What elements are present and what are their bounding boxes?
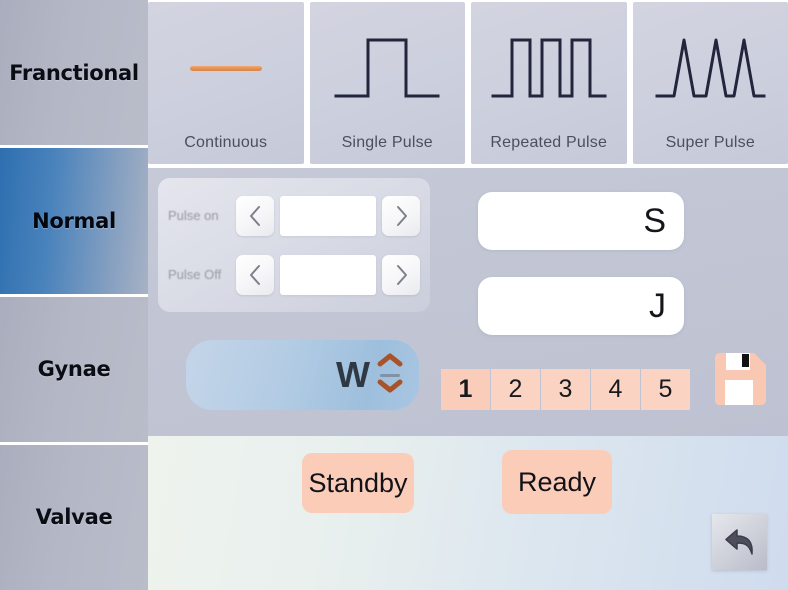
- preset-label: 2: [508, 375, 523, 403]
- ready-label: Ready: [517, 466, 597, 497]
- sidebar-item-franctional[interactable]: Franctional: [0, 0, 148, 149]
- preset-button-3[interactable]: 3: [541, 369, 590, 410]
- chevron-down-icon: [377, 379, 403, 392]
- power-increase-button[interactable]: [377, 353, 403, 372]
- chevron-left-icon: [249, 205, 260, 226]
- preset-button-5[interactable]: 5: [641, 369, 690, 410]
- save-button[interactable]: [712, 350, 769, 407]
- mode-tile-label: Single Pulse: [341, 134, 433, 151]
- preset-memory-buttons: 1 2 3 4 5: [441, 369, 690, 410]
- preset-button-4[interactable]: 4: [591, 369, 640, 410]
- preset-button-1[interactable]: 1: [441, 369, 490, 410]
- pulse-mode-selector: Continuous Single Pulse Repeated Pulse S…: [148, 0, 788, 168]
- repeated-pulse-wave-icon: [471, 2, 627, 134]
- pulse-off-decrement-button[interactable]: [236, 254, 274, 295]
- power-unit-label: W: [336, 354, 370, 395]
- pulse-off-label: Pulse Off: [168, 267, 222, 282]
- pulse-on-decrement-button[interactable]: [236, 195, 274, 236]
- mode-tile-label: Super Pulse: [665, 134, 755, 151]
- energy-unit-label: J: [649, 286, 666, 325]
- sidebar-item-valvae[interactable]: Valvae: [0, 444, 148, 590]
- chevron-right-icon: [396, 205, 407, 226]
- pulse-on-label: Pulse on: [168, 208, 219, 223]
- preset-label: 4: [608, 375, 623, 403]
- sidebar-item-label: Valvae: [35, 505, 113, 530]
- back-arrow-icon: [724, 529, 753, 555]
- sidebar-item-label: Gynae: [37, 357, 111, 382]
- pulse-off-row: Pulse Off: [168, 253, 420, 297]
- chevron-left-icon: [249, 264, 260, 285]
- laser-console-screen: Franctional Normal Gynae Valvae Continuo…: [0, 0, 788, 590]
- single-pulse-wave-icon: [310, 2, 466, 134]
- chevron-up-icon: [377, 353, 403, 366]
- pulse-off-increment-button[interactable]: [382, 254, 420, 295]
- super-pulse-wave-icon: [633, 2, 788, 134]
- sidebar-item-label: Franctional: [9, 60, 139, 85]
- floppy-disk-save-icon: [715, 353, 766, 405]
- sidebar-item-gynae[interactable]: Gynae: [0, 296, 148, 445]
- duration-unit-label: S: [643, 201, 666, 240]
- chevron-right-icon: [396, 264, 407, 285]
- pulse-on-row: Pulse on: [168, 194, 420, 238]
- energy-field[interactable]: J: [478, 277, 684, 335]
- power-field[interactable]: W: [186, 340, 419, 410]
- power-decrease-button[interactable]: [377, 379, 403, 398]
- sidebar-item-normal[interactable]: Normal: [0, 148, 148, 297]
- pulse-off-input[interactable]: [280, 254, 376, 295]
- mode-tile-continuous[interactable]: Continuous: [148, 2, 304, 164]
- sidebar-item-label: Normal: [32, 208, 116, 233]
- standby-label: Standby: [308, 467, 408, 498]
- duration-field[interactable]: S: [478, 192, 684, 250]
- mode-tile-label: Continuous: [184, 134, 268, 151]
- continuous-wave-icon: [148, 2, 304, 134]
- pulse-on-increment-button[interactable]: [382, 195, 420, 236]
- preset-label: 1: [458, 375, 473, 403]
- pulse-on-input[interactable]: [280, 195, 376, 236]
- preset-label: 3: [558, 375, 573, 403]
- mode-tile-single-pulse[interactable]: Single Pulse: [309, 2, 466, 164]
- power-stepper: [375, 353, 405, 398]
- back-button[interactable]: [712, 514, 767, 570]
- preset-label: 5: [658, 375, 673, 403]
- stepper-divider: [380, 373, 400, 377]
- action-area: [148, 436, 788, 590]
- pulse-timing-panel: Pulse on Pulse Off: [158, 178, 430, 312]
- ready-button[interactable]: Ready: [502, 450, 612, 514]
- standby-button[interactable]: Standby: [302, 453, 414, 513]
- preset-button-2[interactable]: 2: [491, 369, 540, 410]
- mode-tile-label: Repeated Pulse: [490, 134, 608, 151]
- mode-tile-repeated-pulse[interactable]: Repeated Pulse: [471, 2, 627, 164]
- mode-tile-super-pulse[interactable]: Super Pulse: [632, 2, 788, 164]
- mode-sidebar: Franctional Normal Gynae Valvae: [0, 0, 148, 590]
